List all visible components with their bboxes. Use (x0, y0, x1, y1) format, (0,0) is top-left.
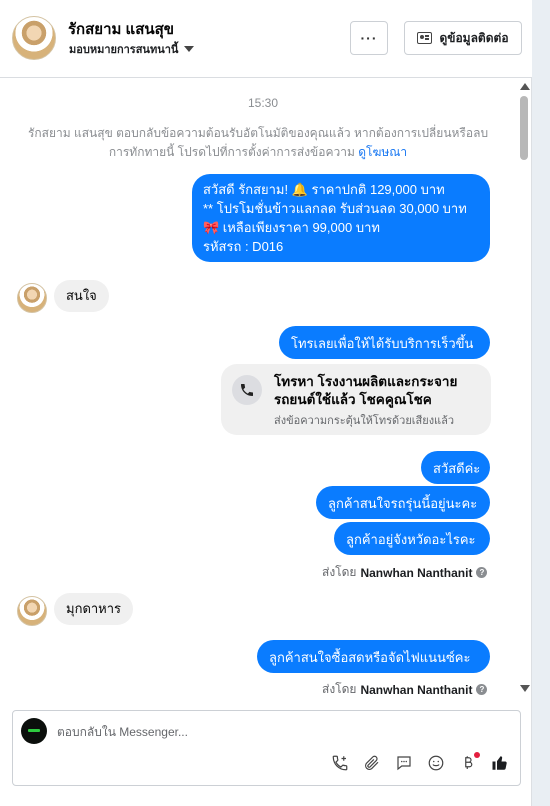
call-card-title: โทรหา โรงงานผลิตและกระจายรถยนต์ใช้แล้ว โ… (274, 374, 458, 407)
promo-line: ** โปรโมชั่นข้าวแลกลด รับส่วนลด 30,000 บ… (203, 201, 467, 216)
call-request-card[interactable]: โทรหา โรงงานผลิตและกระจายรถยนต์ใช้แล้ว โ… (221, 364, 491, 435)
promo-line: รหัสรถ : D016 (203, 239, 284, 254)
customer-avatar[interactable] (17, 596, 47, 626)
message-timestamp: 15:30 (247, 96, 279, 110)
phone-icon (232, 375, 262, 405)
like-icon[interactable] (490, 753, 510, 773)
outgoing-message-bubble[interactable]: ลูกค้าอยู่จังหวัดอะไรคะ (334, 522, 490, 555)
composer-toolbar (330, 752, 510, 773)
caret-down-icon (184, 46, 195, 52)
customer-avatar[interactable] (17, 283, 47, 313)
scrollbar-thumb[interactable] (520, 96, 528, 160)
conversation-header: รักสยาม แสนสุข มอบหมายการสนทนานี้ ··· ดู… (0, 0, 532, 78)
scrollbar[interactable] (517, 79, 531, 701)
more-icon: ··· (360, 30, 378, 46)
promo-line: สวัสดี รักสยาม! 🔔 ราคาปกติ 129,000 บาท (203, 182, 445, 197)
view-ad-link[interactable]: ดูโฆษณา (358, 145, 407, 159)
contact-card-icon (417, 32, 433, 44)
sender-name[interactable]: Nanwhan Nanthanit (360, 566, 472, 580)
info-icon[interactable]: ? (476, 684, 488, 695)
system-message: รักสยาม แสนสุข ตอบกลับข้อความต้อนรับอัตโ… (20, 124, 496, 162)
view-contact-button[interactable]: ดูข้อมูลติดต่อ (404, 21, 522, 55)
outgoing-message-bubble[interactable]: ลูกค้าสนใจรถรุ่นนี้อยู่นะคะ (316, 486, 490, 519)
message-composer (12, 710, 521, 786)
call-add-icon[interactable] (330, 753, 350, 773)
outgoing-message-bubble[interactable]: ลูกค้าสนใจซื้อสดหรือจัดไฟแนนซ์คะ (257, 640, 490, 673)
page-avatar (21, 718, 47, 744)
incoming-message-bubble[interactable]: มุกดาหาร (54, 593, 134, 625)
payment-icon[interactable] (458, 752, 480, 773)
incoming-message-bubble[interactable]: สนใจ (54, 280, 109, 312)
contact-avatar[interactable] (12, 16, 56, 60)
promo-line: 🎀 เหลือเพียงราคา 99,000 บาท (203, 220, 380, 235)
assign-conversation-dropdown[interactable]: มอบหมายการสนทนานี้ (69, 40, 195, 58)
info-icon[interactable]: ? (476, 567, 488, 578)
scroll-down-arrow-icon[interactable] (520, 685, 530, 692)
scroll-up-arrow-icon[interactable] (520, 83, 530, 90)
call-card-subtitle: ส่งข้อความกระตุ้นให้โทรด้วยเสียงแล้ว (274, 415, 455, 427)
reply-input[interactable] (57, 721, 477, 743)
system-message-text: รักสยาม แสนสุข ตอบกลับข้อความต้อนรับอัตโ… (27, 126, 489, 159)
sender-name[interactable]: Nanwhan Nanthanit (360, 683, 472, 697)
assign-label: มอบหมายการสนทนานี้ (69, 44, 179, 56)
sent-by-label: ส่งโดย Nanwhan Nanthanit ? (322, 680, 488, 699)
message-list[interactable]: 15:30 รักสยาม แสนสุข ตอบกลับข้อความต้อนร… (0, 79, 516, 701)
view-contact-label: ดูข้อมูลติดต่อ (439, 30, 509, 45)
inbox-conversation-window: รักสยาม แสนสุข มอบหมายการสนทนานี้ ··· ดู… (0, 0, 532, 806)
outgoing-message-bubble[interactable]: โทรเลยเพื่อให้ได้รับบริการเร็วขึ้น (279, 326, 490, 359)
attachment-icon[interactable] (362, 753, 382, 773)
contact-name[interactable]: รักสยาม แสนสุข (68, 17, 174, 41)
sent-by-label: ส่งโดย Nanwhan Nanthanit ? (322, 563, 488, 582)
outgoing-message-bubble[interactable]: สวัสดีค่ะ (421, 451, 490, 484)
emoji-icon[interactable] (426, 753, 446, 773)
more-options-button[interactable]: ··· (350, 21, 388, 55)
promo-message-bubble[interactable]: สวัสดี รักสยาม! 🔔 ราคาปกติ 129,000 บาท *… (192, 174, 490, 262)
notification-dot (474, 752, 480, 758)
saved-reply-icon[interactable] (394, 753, 414, 773)
